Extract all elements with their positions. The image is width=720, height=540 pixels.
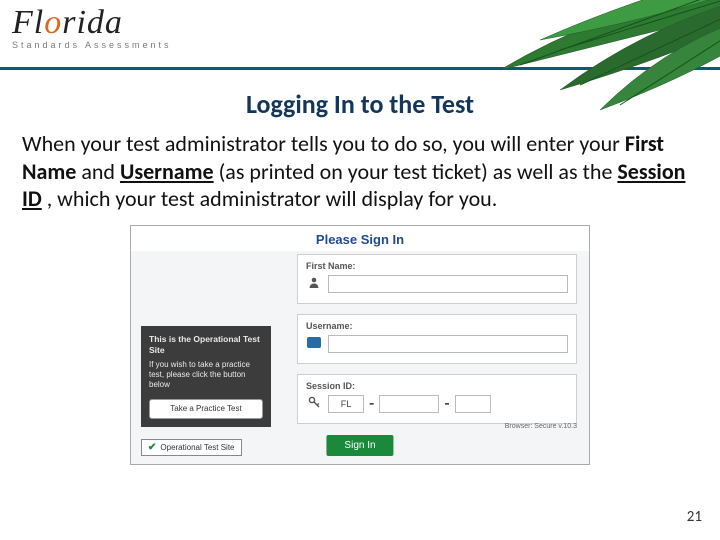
- logo-subtitle: Standards Assessments: [12, 40, 172, 50]
- session-seg-2[interactable]: [379, 395, 439, 413]
- description-paragraph: When your test administrator tells you t…: [22, 130, 698, 213]
- logo-part2: rida: [62, 4, 123, 41]
- session-seg-3[interactable]: [455, 395, 491, 413]
- practice-sidebar: This is the Operational Test Site If you…: [141, 326, 271, 428]
- desc-text: and: [81, 158, 120, 185]
- username-input[interactable]: [328, 335, 568, 353]
- username-term: Username: [120, 158, 214, 185]
- session-dash: -: [444, 395, 449, 413]
- person-icon: [306, 276, 322, 291]
- slide-header: Florida Standards Assessments: [0, 0, 720, 70]
- username-group: Username:: [297, 314, 577, 364]
- username-label: Username:: [306, 321, 568, 331]
- practice-test-button[interactable]: Take a Practice Test: [149, 399, 263, 419]
- logo-part-o: o: [44, 4, 62, 41]
- signin-screenshot: Please Sign In First Name: Username: Ses…: [130, 225, 590, 465]
- desc-text: , which your test administrator will dis…: [47, 185, 498, 212]
- check-icon: ✔: [148, 442, 156, 453]
- operational-badge: ✔ Operational Test Site: [141, 439, 242, 456]
- logo-main: Florida: [12, 4, 172, 42]
- session-dash: -: [369, 395, 374, 413]
- sign-in-button[interactable]: Sign In: [326, 435, 393, 456]
- session-group: Session ID: FL - -: [297, 374, 577, 424]
- session-id-label: Session ID:: [306, 381, 568, 391]
- desc-text: (as printed on your test ticket) as well…: [219, 158, 618, 185]
- first-name-group: First Name:: [297, 254, 577, 304]
- operational-badge-label: Operational Test Site: [160, 443, 234, 452]
- page-title: Logging In to the Test: [0, 88, 720, 120]
- first-name-label: First Name:: [306, 261, 568, 271]
- signin-form: First Name: Username: Session ID:: [297, 254, 577, 434]
- id-card-icon: [306, 337, 322, 351]
- key-icon: [306, 396, 322, 412]
- session-seg-1[interactable]: FL: [328, 395, 364, 413]
- signin-heading: Please Sign In: [131, 226, 589, 251]
- sidebar-body: If you wish to take a practice test, ple…: [149, 360, 263, 391]
- first-name-input[interactable]: [328, 275, 568, 293]
- browser-note: Browser: Secure v.10.3: [505, 423, 577, 430]
- page-number: 21: [687, 508, 702, 526]
- logo-part1: Fl: [12, 4, 44, 41]
- desc-text: When your test administrator tells you t…: [22, 130, 625, 157]
- sidebar-heading: This is the Operational Test Site: [149, 334, 263, 356]
- logo: Florida Standards Assessments: [12, 4, 172, 50]
